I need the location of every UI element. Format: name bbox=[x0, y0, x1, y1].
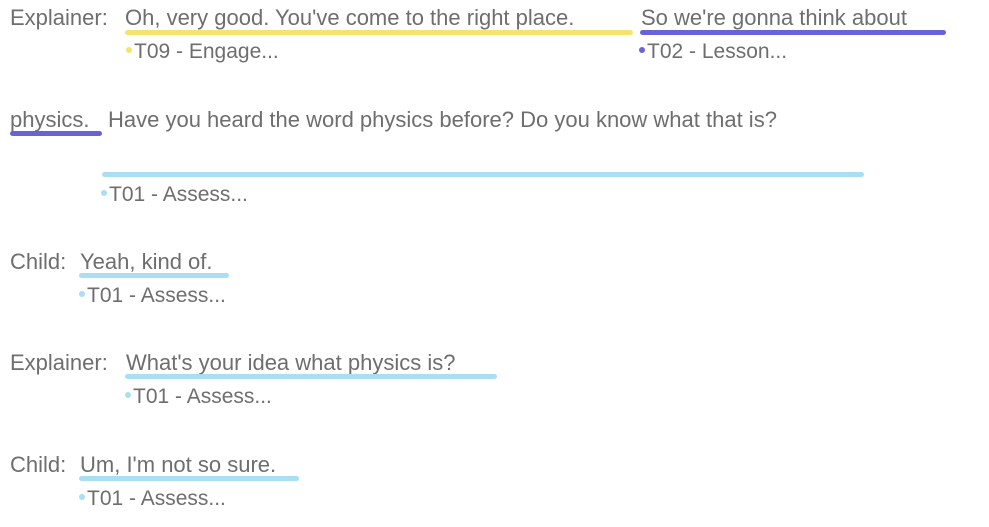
code-underline-t01[interactable] bbox=[125, 374, 497, 379]
speaker-label: Child: bbox=[10, 452, 67, 477]
code-dot-icon bbox=[79, 494, 85, 501]
speaker-label: Child: bbox=[10, 249, 67, 274]
code-underline-t01[interactable] bbox=[79, 273, 229, 278]
code-underline-t02[interactable] bbox=[640, 30, 946, 35]
coded-segment[interactable]: Have you heard the word physics before? … bbox=[108, 107, 777, 133]
code-tag-label: T01 - Assess... bbox=[87, 284, 226, 307]
code-underline-t01[interactable] bbox=[79, 476, 299, 481]
coded-segment[interactable]: Yeah, kind of. bbox=[80, 249, 213, 275]
code-dot-icon bbox=[125, 392, 131, 399]
code-underline-t02[interactable] bbox=[10, 131, 102, 136]
code-dot-icon bbox=[639, 47, 645, 54]
code-tag[interactable]: T02 - Lesson... bbox=[639, 40, 787, 64]
coded-segment[interactable]: physics. bbox=[10, 107, 89, 133]
coded-segment[interactable]: What's your idea what physics is? bbox=[126, 350, 455, 376]
code-tag[interactable]: T01 - Assess... bbox=[125, 385, 272, 409]
code-dot-icon bbox=[79, 291, 85, 298]
code-tag-label: T09 - Engage... bbox=[134, 40, 279, 63]
coded-segment[interactable]: Um, I'm not so sure. bbox=[80, 452, 276, 478]
code-dot-icon bbox=[126, 47, 132, 54]
code-underline-t09[interactable] bbox=[125, 30, 633, 35]
coded-segment[interactable]: So we're gonna think about bbox=[641, 5, 907, 31]
code-tag[interactable]: T09 - Engage... bbox=[126, 40, 279, 64]
code-tag-label: T02 - Lesson... bbox=[647, 40, 788, 63]
speaker-label: Explainer: bbox=[10, 5, 108, 30]
code-tag-label: T01 - Assess... bbox=[133, 385, 272, 408]
code-dot-icon bbox=[101, 190, 107, 197]
code-tag-label: T01 - Assess... bbox=[109, 183, 248, 206]
code-tag[interactable]: T01 - Assess... bbox=[79, 487, 226, 511]
code-tag[interactable]: T01 - Assess... bbox=[101, 183, 248, 207]
coded-segment[interactable]: Oh, very good. You've come to the right … bbox=[125, 5, 574, 31]
code-underline-t01[interactable] bbox=[102, 172, 864, 177]
code-tag-label: T01 - Assess... bbox=[87, 487, 226, 510]
speaker-label: Explainer: bbox=[10, 350, 108, 375]
code-tag[interactable]: T01 - Assess... bbox=[79, 284, 226, 308]
